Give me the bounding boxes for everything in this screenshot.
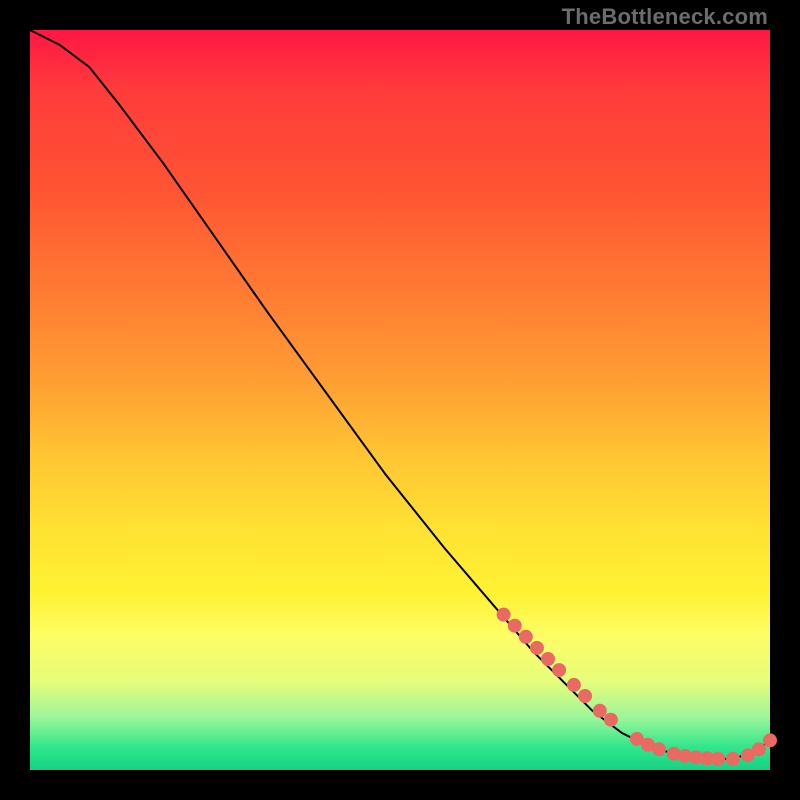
marker-dot [541, 652, 555, 666]
marker-dot [567, 678, 581, 692]
chart-overlay [30, 30, 770, 770]
chart-gradient-area [30, 30, 770, 770]
marker-dot [726, 752, 740, 766]
marker-dot [552, 663, 566, 677]
marker-dot [711, 752, 725, 766]
marker-dot [652, 742, 666, 756]
marker-dot [763, 733, 777, 747]
marker-dot [578, 689, 592, 703]
stage: TheBottleneck.com [0, 0, 800, 800]
marker-dot [497, 608, 511, 622]
marker-dot [519, 630, 533, 644]
marker-dot [530, 641, 544, 655]
marker-dot [752, 742, 766, 756]
marker-dot [593, 704, 607, 718]
bottleneck-curve [30, 30, 770, 759]
marker-dot [604, 713, 618, 727]
marker-dot [508, 619, 522, 633]
watermark-text: TheBottleneck.com [562, 4, 768, 30]
marker-dots-group [497, 608, 777, 766]
